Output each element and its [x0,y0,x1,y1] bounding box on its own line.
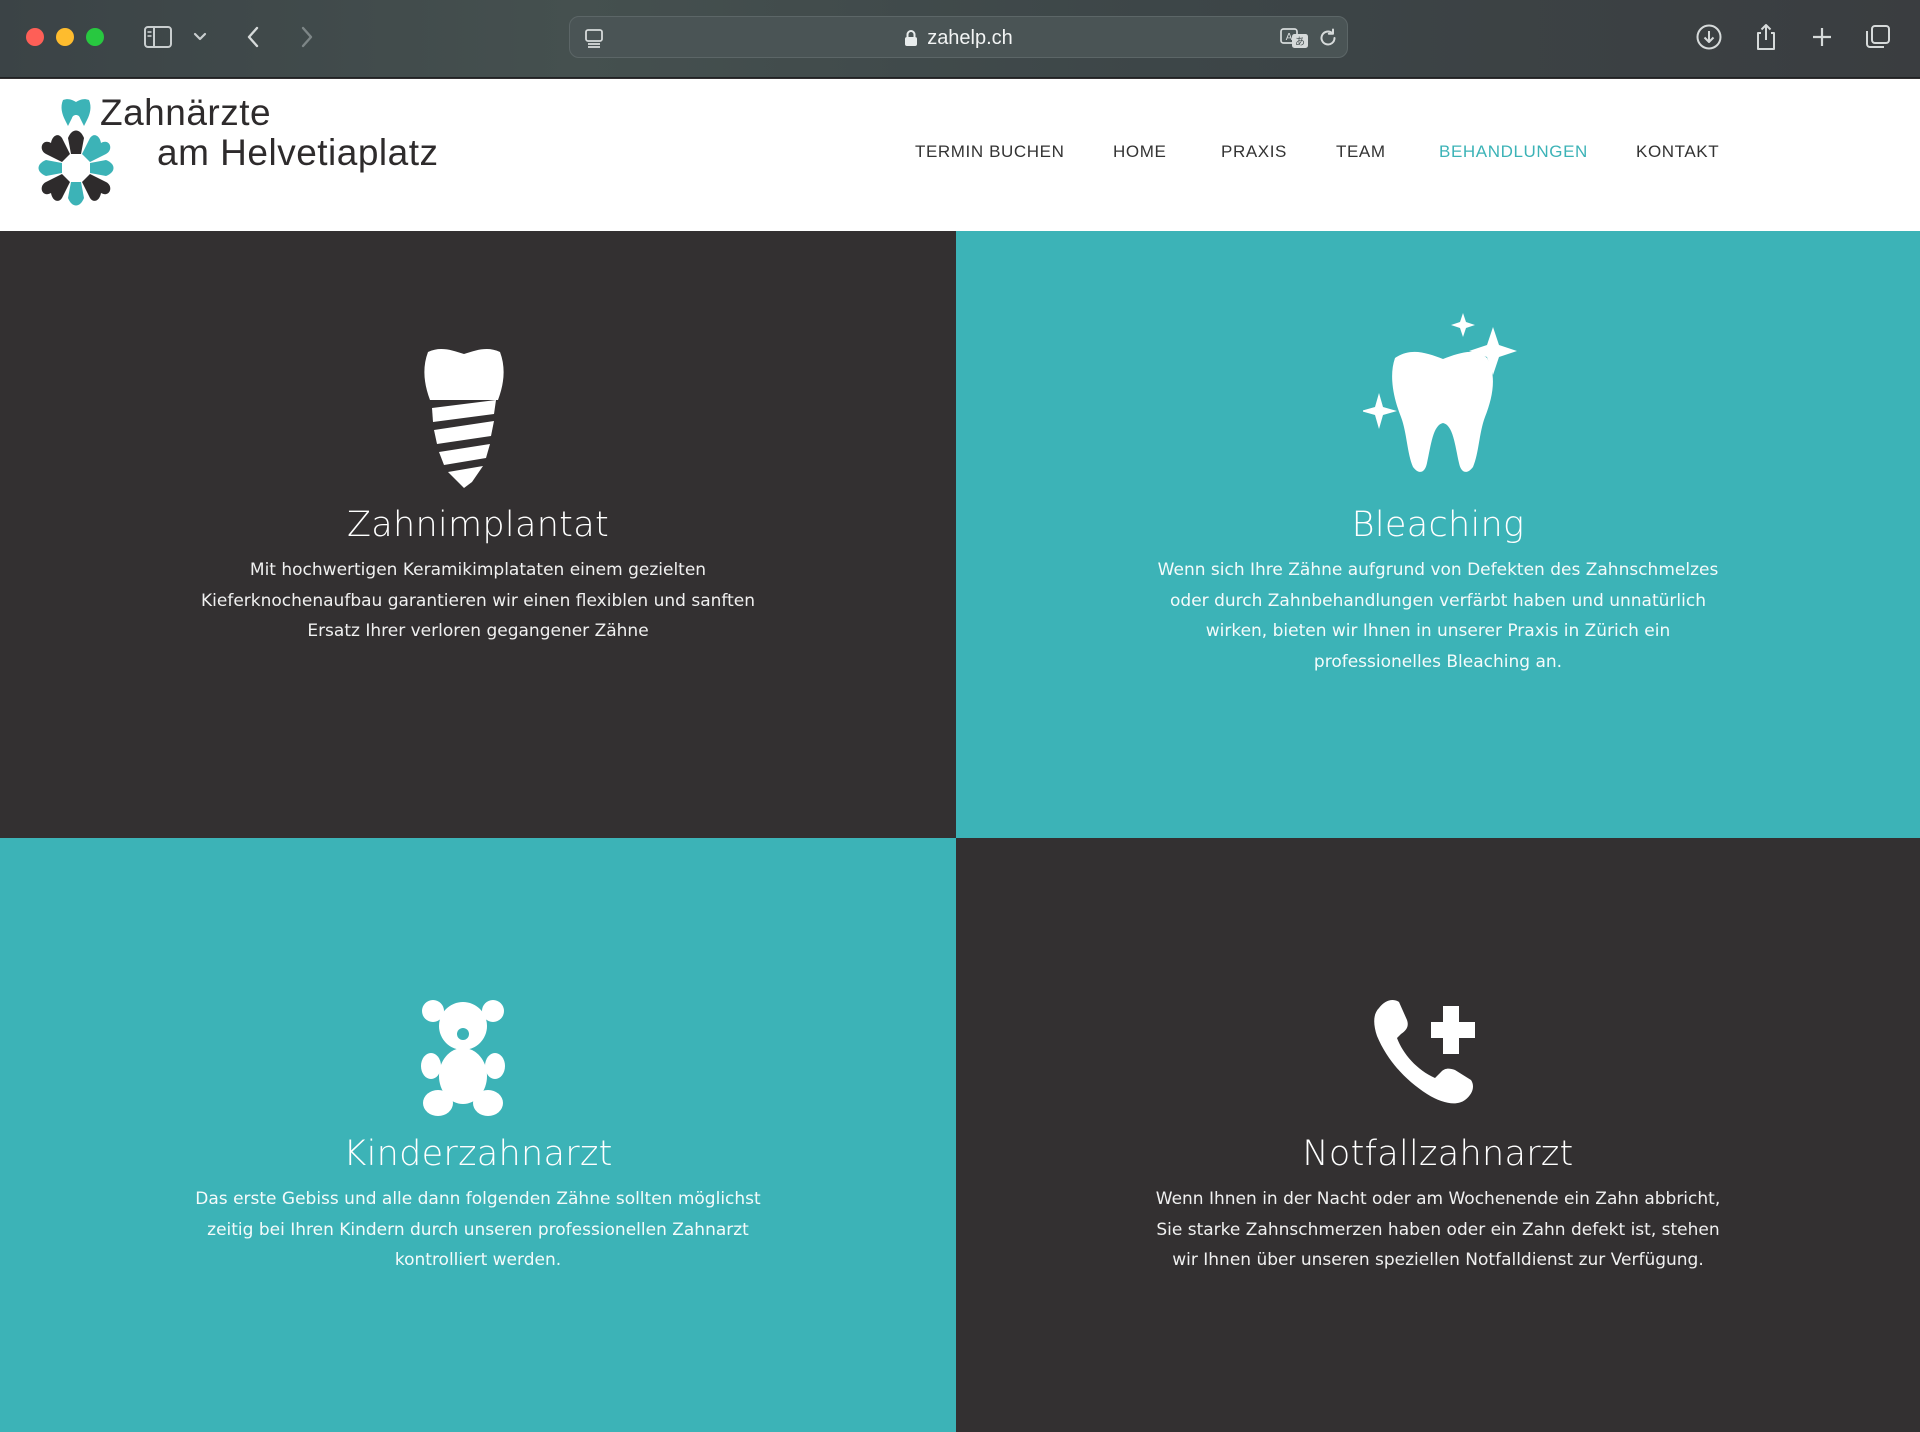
tile-title: Zahnimplantat [347,505,609,545]
sparkling-tooth-icon [1361,313,1523,479]
minimize-window-button[interactable] [56,28,74,46]
logo-title-line1[interactable]: Zahnärzte [100,92,271,134]
dental-implant-icon [420,348,508,494]
tile-description: Wenn Ihnen in der Nacht oder am Wochenen… [1155,1189,1721,1270]
share-icon[interactable] [1751,20,1781,54]
tile-title: Bleaching [1351,505,1525,545]
nav-home[interactable]: HOME [1113,142,1166,162]
tile-description: Das erste Gebiss und alle dann folgenden… [195,1189,761,1270]
translate-icon[interactable]: Aあ [1280,21,1310,55]
nav-behandlungen[interactable]: BEHANDLUNGEN [1439,142,1588,162]
new-tab-icon[interactable] [1807,20,1837,54]
downloads-icon[interactable] [1694,20,1724,54]
nav-kontakt[interactable]: KONTAKT [1636,142,1719,162]
chevron-down-icon[interactable] [192,20,208,54]
tile-description: Wenn sich Ihre Zähne aufgrund von Defekt… [1157,560,1719,672]
close-window-button[interactable] [26,28,44,46]
browser-toolbar: zahelp.ch Aあ [0,0,1920,78]
tile-title: Notfallzahnarzt [1302,1134,1574,1174]
tab-overview-icon[interactable] [1863,20,1893,54]
forward-arrow-icon[interactable] [296,20,318,54]
url-text: zahelp.ch [927,26,1013,49]
teddy-bear-icon [421,1000,505,1122]
sidebar-toggle-icon[interactable] [142,20,174,54]
address-bar[interactable]: zahelp.ch Aあ [569,16,1348,58]
nav-team[interactable]: TEAM [1336,142,1386,162]
nav-termin-buchen[interactable]: TERMIN BUCHEN [915,142,1064,162]
service-tile-kinderzahnarzt[interactable]: Kinderzahnarzt Das erste Gebiss und alle… [0,838,956,1432]
tile-description: Mit hochwertigen Keramikimplataten einem… [201,560,755,641]
svg-text:あ: あ [1295,36,1305,48]
svg-text:A: A [1286,32,1293,43]
service-tile-bleaching[interactable]: Bleaching Wenn sich Ihre Zähne aufgrund … [956,231,1920,838]
nav-praxis[interactable]: PRAXIS [1221,142,1287,162]
lock-icon [904,29,918,47]
reload-icon[interactable] [1316,21,1340,55]
tile-title: Kinderzahnarzt [343,1134,613,1174]
emergency-phone-icon [1373,998,1483,1108]
logo-title-line2[interactable]: am Helvetiaplatz [157,132,439,174]
service-tile-notfallzahnarzt[interactable]: Notfallzahnarzt Wenn Ihnen in der Nacht … [956,838,1920,1432]
service-tile-zahnimplantat[interactable]: Zahnimplantat Mit hochwertigen Keramikim… [0,231,956,838]
back-arrow-icon[interactable] [242,20,264,54]
zoom-window-button[interactable] [86,28,104,46]
